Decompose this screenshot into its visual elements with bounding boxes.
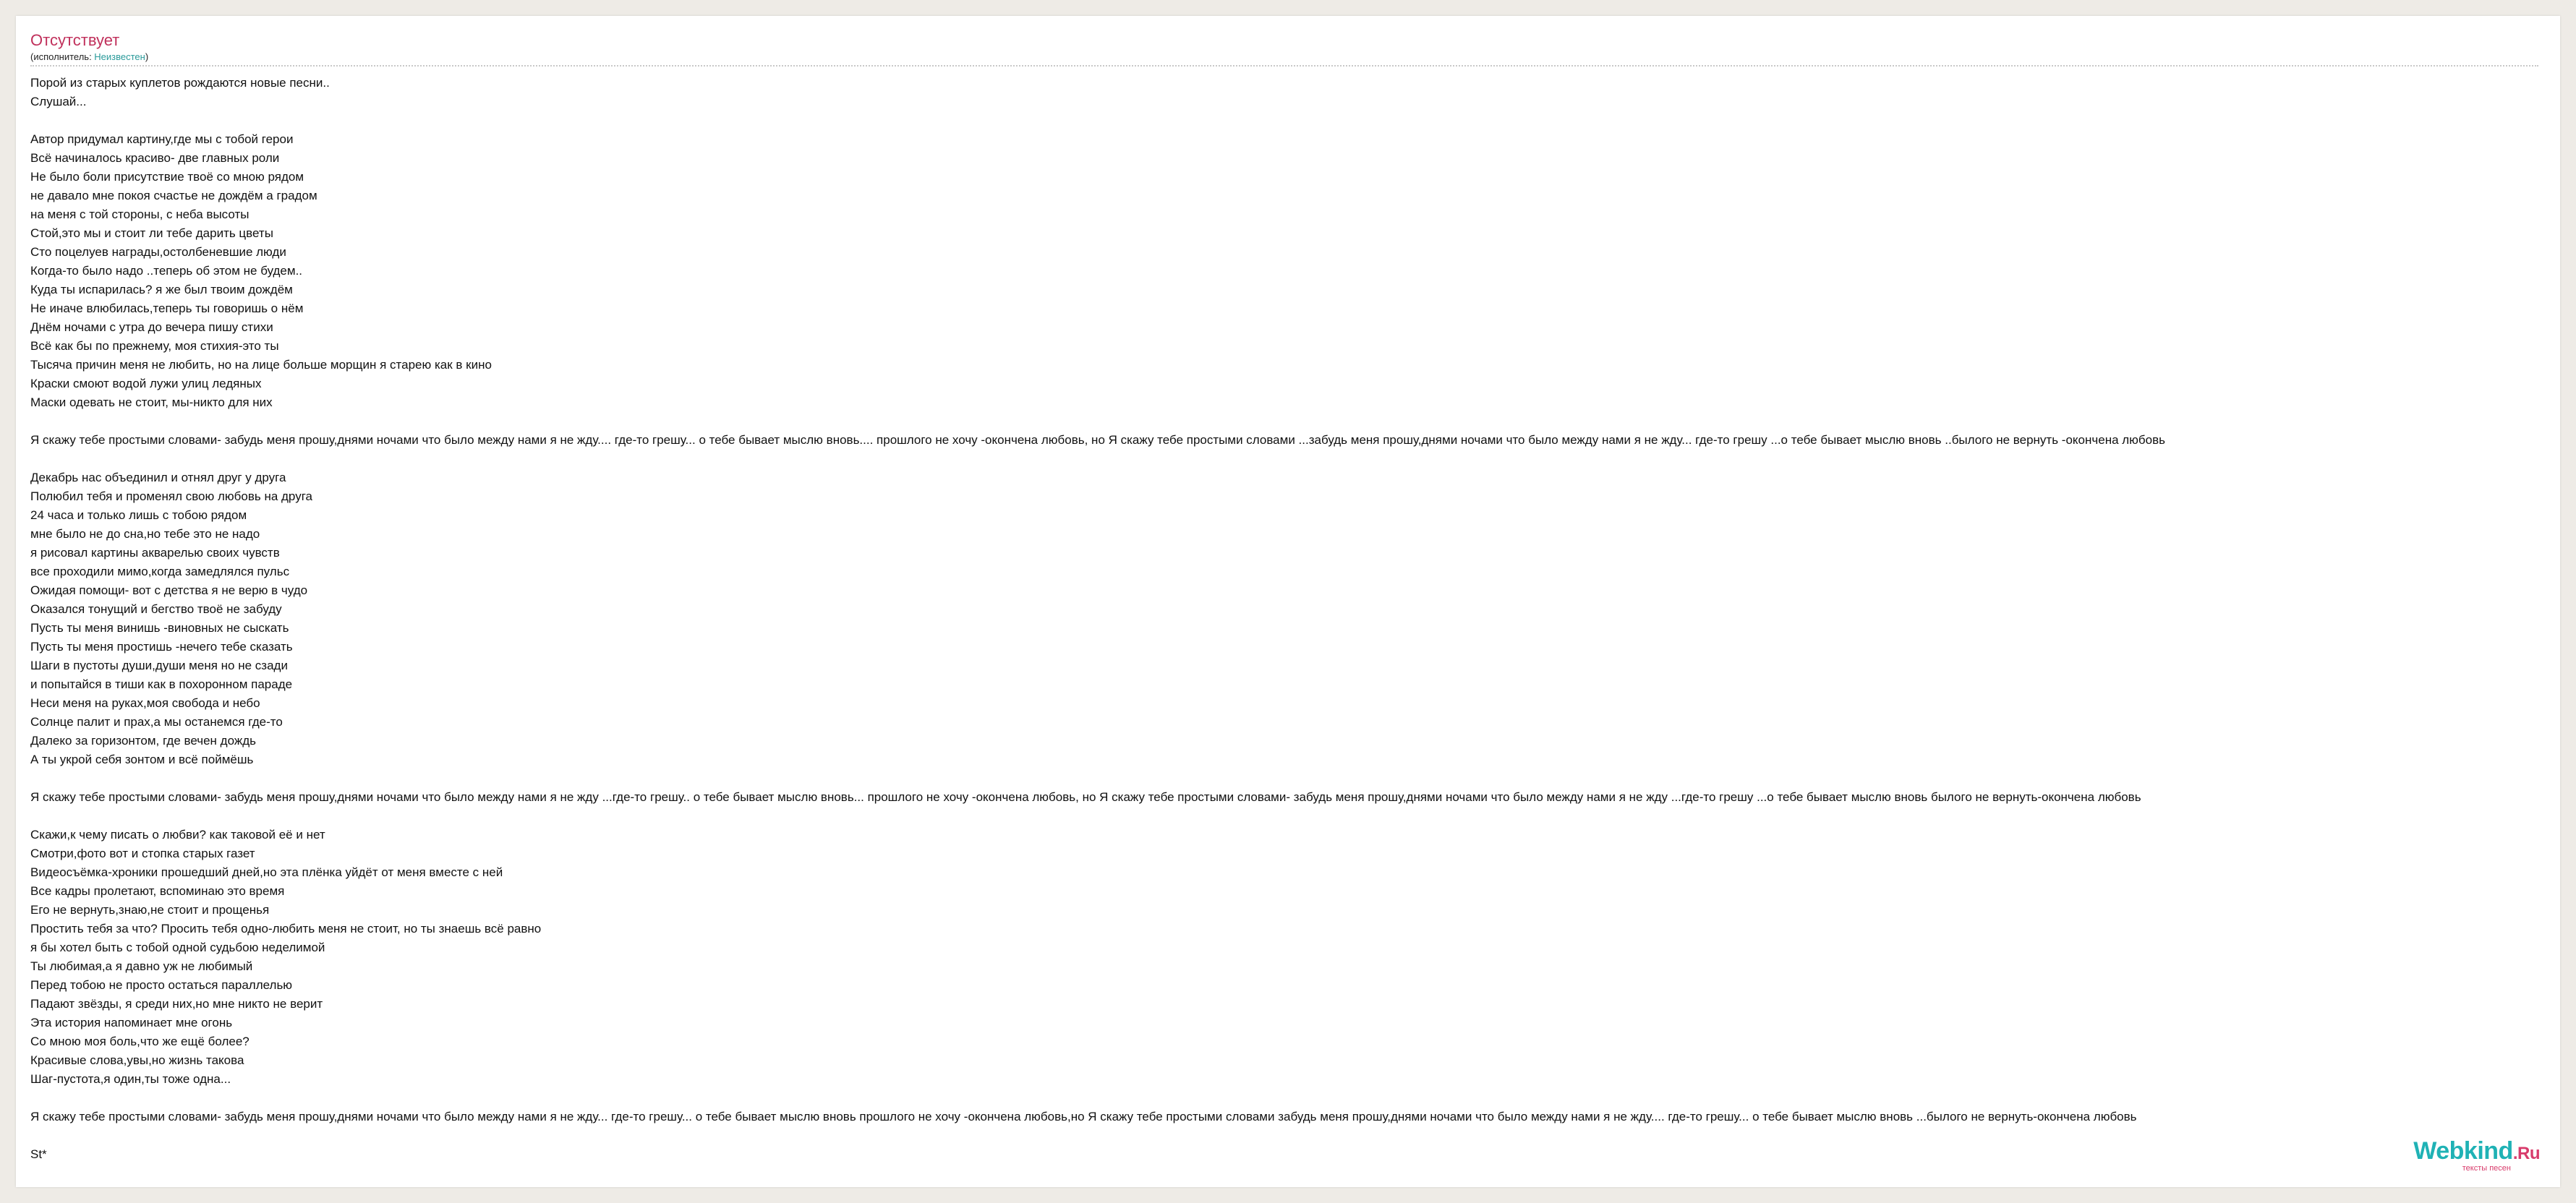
lyrics-text: Порой из старых куплетов рождаются новые… bbox=[30, 76, 2166, 1161]
performer-suffix: ) bbox=[145, 51, 149, 62]
song-title: Отсутствует bbox=[30, 31, 120, 49]
content-card: Отсутствует (исполнитель: Неизвестен) По… bbox=[16, 16, 2560, 1187]
performer-prefix: (исполнитель: bbox=[30, 51, 95, 62]
logo-name: Webkind bbox=[2413, 1137, 2513, 1165]
performer-link[interactable]: Неизвестен bbox=[94, 51, 145, 62]
logo-tld: .Ru bbox=[2512, 1144, 2541, 1163]
title-divider bbox=[30, 65, 2538, 67]
performer-line: (исполнитель: Неизвестен) bbox=[30, 51, 148, 63]
site-logo[interactable]: Webkind.Ru тексты песен bbox=[2413, 1139, 2540, 1173]
